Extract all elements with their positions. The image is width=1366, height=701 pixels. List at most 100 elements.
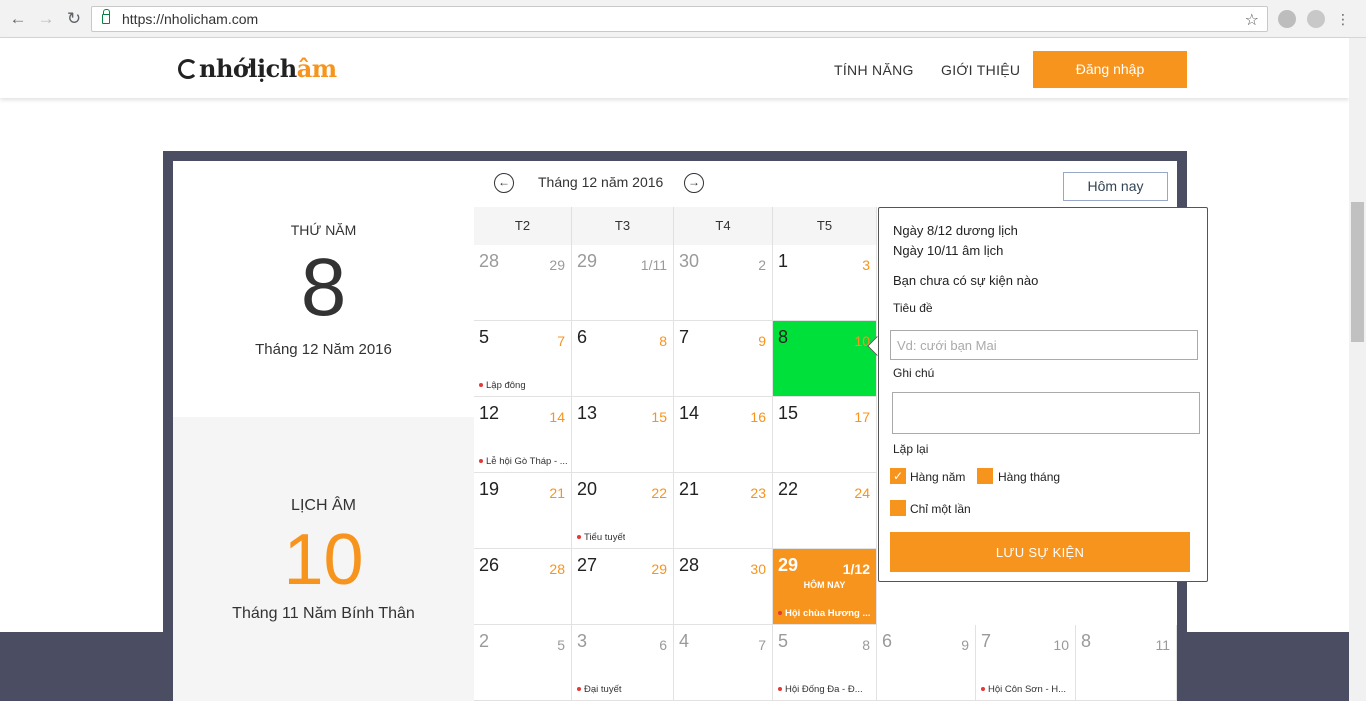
lunar-day: 2 (758, 257, 766, 273)
day-cell-today[interactable]: 29 1/12 HÔM NAY Hội chùa Hương ... (773, 549, 877, 625)
arrow-left-icon: ← (498, 175, 510, 189)
logo-swirl-icon (178, 59, 198, 79)
day-cell[interactable]: 29 1/11 (572, 245, 674, 321)
day-cell[interactable]: 21 23 (674, 473, 773, 549)
day-cell[interactable]: 68 (572, 321, 674, 397)
day-cell[interactable]: 3 6 Đại tuyết (572, 625, 674, 701)
reload-icon[interactable]: ↻ (63, 8, 85, 30)
lunar-day: 9 (961, 637, 969, 653)
event-label[interactable]: Lễ hội Gò Tháp - ... (479, 456, 568, 467)
solar-day: 4 (679, 631, 690, 651)
day-cell[interactable]: 28 29 (474, 245, 572, 321)
title-label: Tiêu đề (893, 301, 933, 315)
day-cell[interactable]: 5 7 Lập đông (474, 321, 572, 397)
lunar-day: 21 (549, 485, 565, 501)
weekday-header-t3: T3 (572, 207, 674, 245)
event-label[interactable]: Hội chùa Hương ... (778, 608, 870, 619)
solar-day: 6 (577, 327, 588, 347)
once-checkbox[interactable] (890, 500, 906, 516)
day-cell[interactable]: 26 28 (474, 549, 572, 625)
lunar-day: 15 (651, 409, 667, 425)
event-label[interactable]: Hội Đống Đa - Đ... (778, 684, 863, 695)
solar-day: 8 (778, 327, 789, 347)
lock-icon (102, 9, 110, 24)
login-button[interactable]: Đăng nhập (1033, 51, 1187, 88)
note-input[interactable] (892, 392, 1200, 434)
popup-solar-date: Ngày 8/12 dương lịch (893, 223, 1018, 238)
event-label[interactable]: Tiểu tuyết (577, 532, 625, 543)
arrow-right-icon: → (688, 175, 700, 189)
solar-day: 3 (577, 631, 588, 651)
solar-day: 28 (479, 251, 500, 271)
lunar-day: 1/11 (640, 257, 667, 273)
event-popup: Ngày 8/12 dương lịch Ngày 10/11 âm lịch … (878, 207, 1208, 582)
lunar-day: 7 (758, 637, 766, 653)
lunar-day: 22 (651, 485, 667, 501)
lunar-day: 1/12 (842, 561, 870, 577)
weekday-header-t4: T4 (674, 207, 773, 245)
solar-day: 7 (679, 327, 690, 347)
lunar-day: 7 (557, 333, 565, 349)
weekday-header-t2: T2 (474, 207, 572, 245)
star-icon[interactable]: ☆ (1245, 10, 1259, 30)
browser-toolbar: ← → ↻ https://nholicham.com ☆ ⋮ (0, 0, 1366, 38)
lunar-day: 24 (854, 485, 870, 501)
event-label[interactable]: Đại tuyết (577, 684, 622, 695)
solar-day: 27 (577, 555, 598, 575)
prev-month-button[interactable]: ← (494, 173, 514, 193)
solar-date-box: THỨ NĂM 8 Tháng 12 Năm 2016 (173, 161, 474, 417)
lunar-day: 17 (854, 409, 870, 425)
day-cell[interactable]: 69 (877, 625, 976, 701)
day-cell[interactable]: 28 30 (674, 549, 773, 625)
solar-day: 1 (778, 251, 789, 271)
weekday-label: THỨ NĂM (290, 222, 357, 238)
scrollbar-thumb[interactable] (1351, 202, 1364, 342)
day-cell[interactable]: 30 2 (674, 245, 773, 321)
lunar-day: 14 (549, 409, 565, 425)
day-cell[interactable]: 5 8 Hội Đống Đa - Đ... (773, 625, 877, 701)
day-cell[interactable]: 12 14 Lễ hội Gò Tháp - ... (474, 397, 572, 473)
next-month-button[interactable]: → (684, 173, 704, 193)
day-cell[interactable]: 19 21 (474, 473, 572, 549)
lunar-day: 29 (549, 257, 565, 273)
monthly-checkbox[interactable] (977, 468, 993, 484)
title-input[interactable] (890, 330, 1198, 360)
solar-day: 29 (778, 555, 799, 575)
skype-icon[interactable] (1307, 10, 1325, 28)
nav-features[interactable]: TÍNH NĂNG (834, 62, 914, 78)
day-cell[interactable]: 8 11 (1076, 625, 1177, 701)
yearly-checkbox[interactable]: ✓ (890, 468, 906, 484)
repeat-label: Lặp lại (893, 442, 929, 456)
lunar-day: 16 (750, 409, 766, 425)
day-cell[interactable]: 79 (674, 321, 773, 397)
site-logo[interactable]: nhớlịchâm (178, 54, 337, 83)
nav-about[interactable]: GIỚI THIỆU (941, 62, 1020, 78)
solar-day: 12 (479, 403, 500, 423)
day-cell[interactable]: 15 17 (773, 397, 877, 473)
day-cell[interactable]: 27 29 (572, 549, 674, 625)
day-cell[interactable]: 22 24 (773, 473, 877, 549)
today-button[interactable]: Hôm nay (1063, 172, 1168, 201)
day-cell[interactable]: 13 (773, 245, 877, 321)
back-icon[interactable]: ← (7, 8, 29, 30)
day-cell-selected[interactable]: 8 10 (773, 321, 877, 397)
day-cell[interactable]: 7 10 Hội Côn Sơn - H... (976, 625, 1076, 701)
yearly-label: Hàng năm (910, 470, 966, 484)
address-bar[interactable]: https://nholicham.com ☆ (91, 6, 1268, 32)
forward-icon[interactable]: → (35, 8, 57, 30)
day-cell[interactable]: 20 22 Tiểu tuyết (572, 473, 674, 549)
solar-day: 19 (479, 479, 500, 499)
page-scrollbar[interactable] (1349, 38, 1366, 701)
day-cell[interactable]: 13 15 (572, 397, 674, 473)
save-event-button[interactable]: LƯU SỰ KIỆN (890, 532, 1190, 572)
lunar-day-number: 10 (283, 520, 364, 600)
day-cell[interactable]: 25 (474, 625, 572, 701)
event-label[interactable]: Hội Côn Sơn - H... (981, 684, 1066, 695)
today-badge: HÔM NAY (803, 580, 846, 590)
day-cell[interactable]: 14 16 (674, 397, 773, 473)
lunar-day: 8 (659, 333, 667, 349)
menu-icon[interactable]: ⋮ (1336, 8, 1350, 30)
day-cell[interactable]: 47 (674, 625, 773, 701)
extension-icon[interactable] (1278, 10, 1296, 28)
event-label[interactable]: Lập đông (479, 380, 526, 391)
